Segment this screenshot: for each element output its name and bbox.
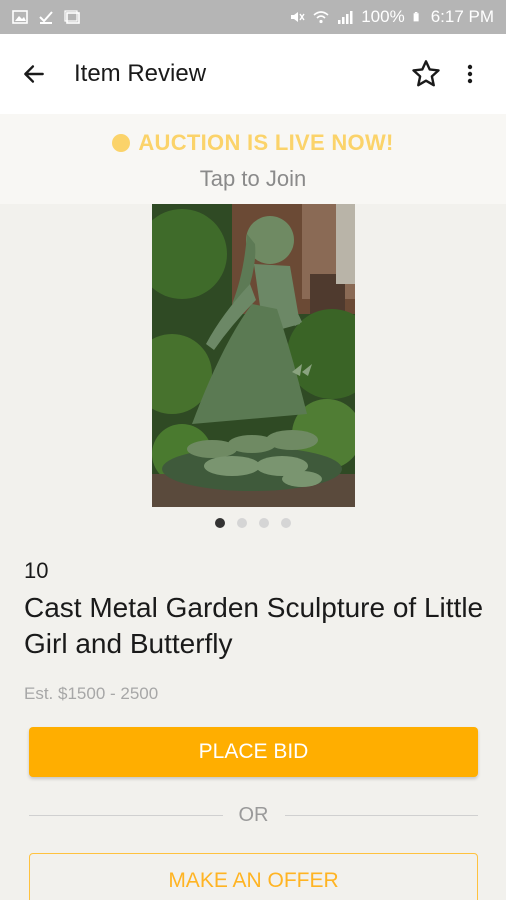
divider-line-right — [284, 815, 478, 816]
make-offer-button[interactable]: MAKE AN OFFER — [29, 853, 478, 900]
clock: 6:17 PM — [430, 7, 494, 26]
more-options-button[interactable] — [448, 52, 492, 96]
item-estimate: Est. $1500 - 2500 — [24, 684, 159, 703]
battery-percent: 100% — [361, 7, 405, 26]
item-photo[interactable] — [152, 204, 355, 507]
lot-number: 10 — [24, 558, 49, 583]
gallery-notification-icon — [64, 10, 80, 24]
live-auction-banner[interactable]: AUCTION IS LIVE NOW! Tap to Join — [0, 114, 506, 204]
notification-icons — [12, 9, 80, 25]
gallery-pagination[interactable] — [0, 518, 506, 528]
page-dot-2[interactable] — [237, 518, 247, 528]
mute-icon — [291, 12, 305, 22]
status-bar: 100% 6:17 PM — [0, 0, 506, 34]
page-dot-4[interactable] — [281, 518, 291, 528]
or-label: OR — [238, 804, 269, 826]
wifi-icon — [313, 11, 329, 24]
image-notification-icon — [12, 10, 28, 24]
app-bar: Item Review — [0, 34, 506, 114]
tap-to-join-label: Tap to Join — [199, 166, 307, 191]
or-divider: OR — [29, 804, 478, 827]
system-icons: 100% 6:17 PM — [289, 7, 494, 27]
more-vert-icon — [467, 64, 473, 84]
page-dot-3[interactable] — [259, 518, 269, 528]
divider-line-left — [29, 815, 223, 816]
item-title: Cast Metal Garden Sculpture of Little Gi… — [24, 592, 484, 659]
signal-icon — [338, 11, 353, 24]
back-button[interactable] — [14, 54, 54, 94]
page-title: Item Review — [74, 60, 207, 87]
task-done-icon — [39, 11, 53, 24]
battery-icon — [413, 12, 419, 22]
live-dot-icon — [112, 134, 131, 152]
arrow-back-icon — [24, 65, 44, 83]
live-indicator: AUCTION IS LIVE NOW! — [0, 130, 506, 156]
star-outline-icon — [412, 60, 440, 87]
page-dot-1[interactable] — [215, 518, 225, 528]
favorite-button[interactable] — [404, 52, 448, 96]
live-label: AUCTION IS LIVE NOW! — [138, 130, 394, 155]
place-bid-button[interactable]: PLACE BID — [29, 727, 478, 777]
